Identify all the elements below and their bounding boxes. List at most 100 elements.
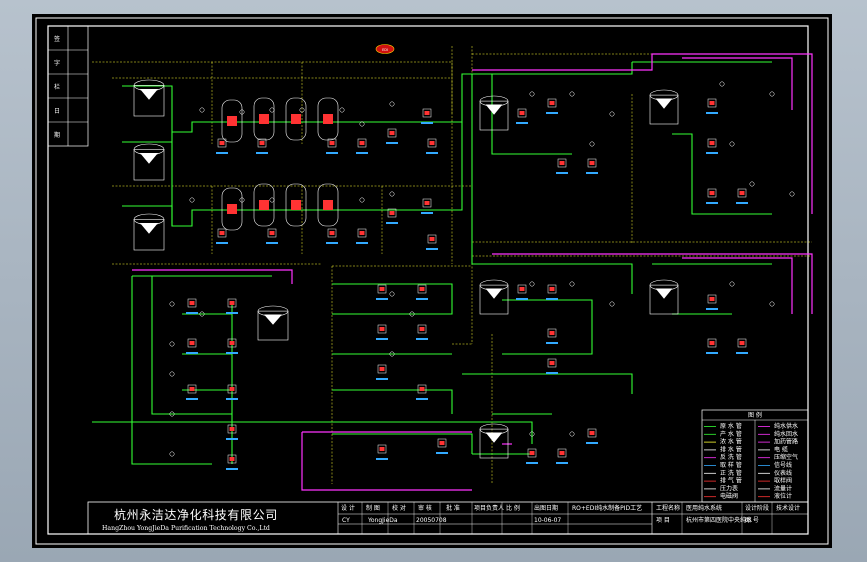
tb-audit-label: 校 对 (392, 504, 406, 512)
pump-unit-5-valve (424, 111, 430, 115)
legend-label-left-0: 原 水 管 (720, 422, 742, 430)
main-pipe-16 (332, 389, 453, 414)
pump-unit-30-tag (226, 312, 238, 314)
gauge-13 (569, 91, 575, 97)
filter-vessel-0 (221, 99, 243, 143)
legend-label-right-8: 流量计 (774, 484, 792, 492)
pump-unit-14-valve (519, 111, 525, 115)
gauge-36 (569, 431, 575, 437)
pump-unit-37-tag (376, 298, 388, 300)
pump-unit-18 (516, 284, 528, 300)
pump-unit-21-tag (546, 372, 558, 374)
storage-tank-4-fill (655, 98, 673, 109)
pump-unit-23 (706, 138, 718, 154)
tb-check-label: 制 图 (366, 504, 380, 512)
tb-drawing-title: RO+EDI纯水制备PID工艺 (572, 504, 642, 512)
gauge-25 (769, 301, 775, 307)
gauge-32 (389, 291, 395, 297)
storage-tank-7-fill (485, 432, 503, 443)
pump-unit-42-tag (416, 398, 428, 400)
pump-unit-31-valve (189, 341, 195, 345)
filter-vessel-2-valve (291, 114, 301, 124)
gauge-15 (589, 141, 595, 147)
gauge-14 (609, 111, 615, 117)
pump-unit-13-tag (426, 248, 438, 250)
gauge-22 (569, 281, 575, 287)
pump-unit-11-tag (386, 222, 398, 224)
pump-unit-37 (376, 284, 388, 300)
pump-unit-28 (736, 338, 748, 354)
storage-tank-7 (479, 423, 509, 459)
tb-item-label: 项 目 (656, 517, 670, 524)
tb-sheet-label: 图 号 (745, 517, 759, 524)
pump-unit-44-valve (439, 441, 445, 445)
tb-scale-label: 比 例 (506, 504, 520, 512)
main-pipe-7 (491, 74, 572, 155)
gauge-0 (199, 107, 205, 113)
gauge-4 (339, 107, 345, 113)
gauge-12 (529, 91, 535, 97)
legend-label-right-6: 仪表线 (774, 469, 792, 477)
pump-unit-24-valve (709, 191, 715, 195)
pump-unit-27 (706, 338, 718, 354)
side-stamp: 签 字 栏 日 期 (47, 25, 89, 147)
pump-unit-3-tag (356, 152, 368, 154)
pump-unit-39-valve (379, 327, 385, 331)
edi-badge[interactable]: EDI (375, 44, 395, 54)
gauge-2 (269, 107, 275, 113)
pump-unit-36-valve (229, 457, 235, 461)
filter-vessel-7 (221, 187, 243, 231)
pump-unit-24-tag (706, 202, 718, 204)
pump-unit-27-valve (709, 341, 715, 345)
pump-unit-6-valve (429, 141, 435, 145)
pump-unit-47-tag (586, 442, 598, 444)
pump-unit-0 (216, 138, 228, 154)
drawing-viewport[interactable]: 签 字 栏 日 期 EDI 图 例 原 水 管 纯水供水产 水 管 纯水回水浓 水 … (32, 14, 832, 548)
pump-unit-45 (526, 448, 538, 464)
pump-unit-6 (426, 138, 438, 154)
tb-approve-label: 审 核 (418, 504, 432, 512)
pump-unit-7-valve (219, 231, 225, 235)
tb-project-label: 工程名称 (656, 504, 680, 512)
stamp-char-3: 日 (54, 108, 60, 115)
main-pipe-6 (471, 74, 492, 265)
tb-lead-label: 项目负责人 (474, 504, 504, 512)
pump-unit-24 (706, 188, 718, 204)
storage-tank-1 (133, 143, 165, 181)
gauge-20 (789, 191, 795, 197)
main-pipe-0 (122, 85, 412, 133)
pump-unit-46-valve (559, 451, 565, 455)
gauge-31 (169, 451, 175, 457)
pump-unit-35-tag (226, 438, 238, 440)
pump-unit-12-valve (424, 201, 430, 205)
gauge-7 (189, 197, 195, 203)
gauge-16 (719, 81, 725, 87)
pump-unit-27-tag (706, 352, 718, 354)
storage-tank-3-fill (485, 104, 503, 115)
equipment-layer (133, 79, 795, 470)
legend-label-right-9: 液位计 (774, 492, 792, 500)
pure-pipe-2 (492, 253, 813, 314)
pump-unit-9-tag (326, 242, 338, 244)
pump-unit-8-valve (269, 231, 275, 235)
pump-unit-10-valve (359, 231, 365, 235)
pump-unit-25-valve (739, 191, 745, 195)
legend-label-right-3: 电 缆 (774, 445, 788, 453)
pump-unit-36-tag (226, 468, 238, 470)
gauge-6 (389, 101, 395, 107)
storage-tank-6-fill (655, 288, 673, 299)
main-pipe-14 (332, 283, 453, 315)
pump-unit-14-tag (516, 122, 528, 124)
filter-vessel-1-valve (259, 114, 269, 124)
gauge-17 (769, 91, 775, 97)
gauge-9 (269, 197, 275, 203)
tb-date-label: 出图日期 (534, 504, 558, 512)
storage-tank-8-fill (264, 314, 282, 325)
legend-label-left-4: 反 洗 管 (720, 453, 742, 461)
pump-unit-38 (416, 284, 428, 300)
pump-unit-29 (186, 298, 198, 314)
pump-unit-41 (376, 364, 388, 380)
pump-unit-42 (416, 384, 428, 400)
pump-unit-47 (586, 428, 598, 444)
storage-tank-2-fill (140, 223, 158, 234)
